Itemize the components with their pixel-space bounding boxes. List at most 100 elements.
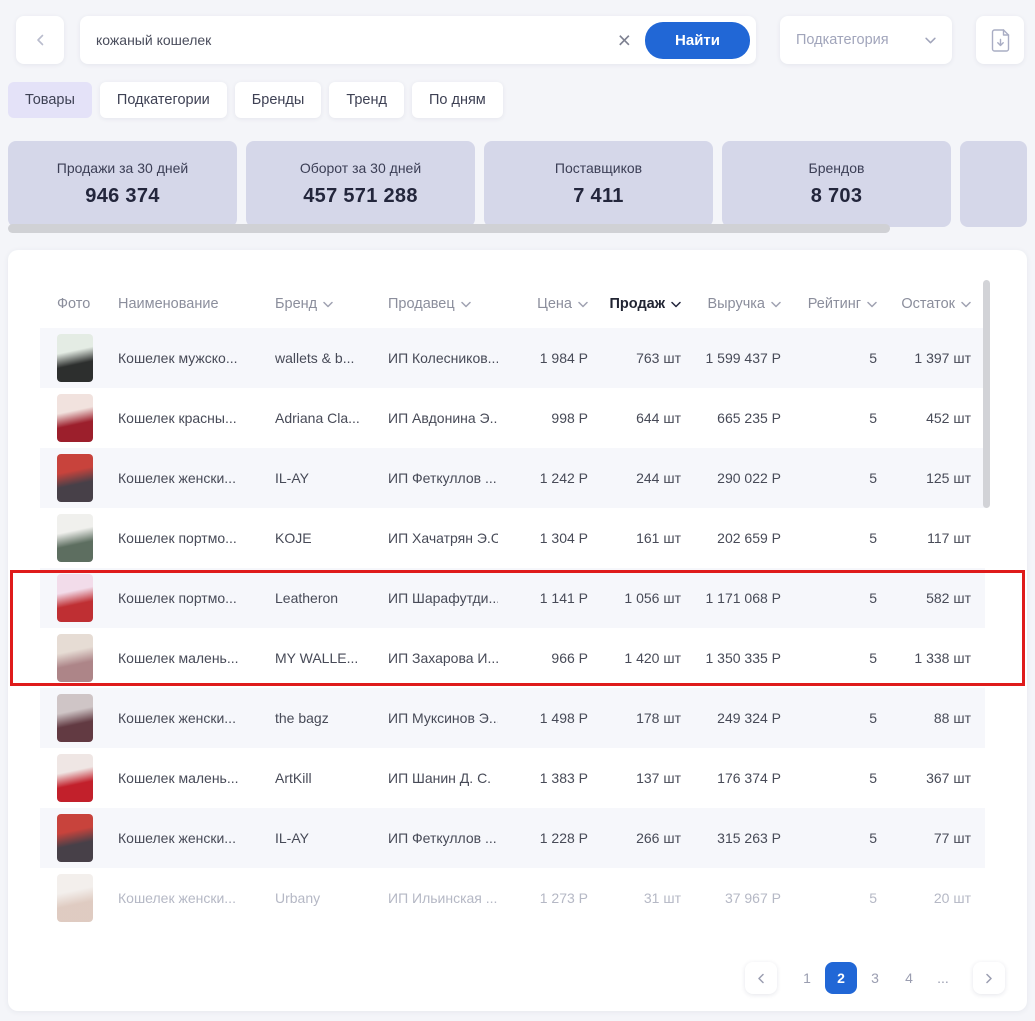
column-header: Фото	[57, 296, 118, 312]
table-body: Кошелек мужско... wallets & b... ИП Коле…	[8, 328, 1027, 928]
column-header[interactable]: Продавец	[388, 296, 498, 312]
product-name[interactable]: Кошелек красны...	[118, 410, 275, 426]
product-name[interactable]: Кошелек портмо...	[118, 590, 275, 606]
product-photo-cell[interactable]	[57, 874, 118, 922]
product-revenue: 665 235 Р	[681, 410, 781, 426]
product-name[interactable]: Кошелек женски...	[118, 470, 275, 486]
table-row[interactable]: Кошелек женски... the bagz ИП Муксинов Э…	[40, 688, 985, 748]
product-revenue: 315 263 Р	[681, 830, 781, 846]
product-name[interactable]: Кошелек женски...	[118, 710, 275, 726]
product-name[interactable]: Кошелек портмо...	[118, 530, 275, 546]
product-seller: ИП Феткуллов ...	[388, 470, 498, 486]
pagination-page-4[interactable]: 4	[893, 962, 925, 994]
tab-0[interactable]: Товары	[8, 82, 92, 118]
column-header[interactable]: Выручка	[681, 296, 781, 312]
product-name[interactable]: Кошелек малень...	[118, 650, 275, 666]
horizontal-scrollbar[interactable]	[8, 224, 890, 233]
chevron-icon	[771, 301, 781, 308]
product-sales: 137 шт	[588, 770, 681, 786]
chevron-icon	[758, 973, 765, 983]
pagination-page-2[interactable]: 2	[825, 962, 857, 994]
column-header[interactable]: Цена	[498, 296, 588, 312]
product-photo	[57, 454, 93, 502]
product-rating: 5	[781, 770, 877, 786]
table-row[interactable]: Кошелек портмо... Leatheron ИП Шарафутди…	[40, 568, 985, 628]
product-photo-cell[interactable]	[57, 814, 118, 862]
tab-1[interactable]: Подкатегории	[100, 82, 227, 118]
stats-row: Продажи за 30 дней 946 374 Оборот за 30 д…	[0, 141, 1035, 227]
pagination-page-1[interactable]: 1	[791, 962, 823, 994]
product-price: 1 228 Р	[498, 830, 588, 846]
product-photo-cell[interactable]	[57, 694, 118, 742]
product-name[interactable]: Кошелек женски...	[118, 830, 275, 846]
pagination: 1234...	[8, 962, 1017, 994]
column-header[interactable]: Рейтинг	[781, 296, 877, 312]
product-revenue: 202 659 Р	[681, 530, 781, 546]
chevron-icon	[986, 973, 993, 983]
product-name[interactable]: Кошелек женски...	[118, 890, 275, 906]
tabs: ТоварыПодкатегорииБрендыТрендПо дням	[0, 82, 1035, 118]
product-stock: 452 шт	[877, 410, 971, 426]
column-header[interactable]: Остаток	[877, 296, 971, 312]
back-button[interactable]	[16, 16, 64, 64]
column-header[interactable]: Продаж	[588, 296, 681, 312]
pagination-page-...[interactable]: ...	[927, 962, 959, 994]
table-row[interactable]: Кошелек малень... MY WALLE... ИП Захаров…	[40, 628, 985, 688]
product-photo-cell[interactable]	[57, 514, 118, 562]
pagination-next-button[interactable]	[973, 962, 1005, 994]
product-photo	[57, 814, 93, 862]
product-rating: 5	[781, 530, 877, 546]
product-photo	[57, 334, 93, 382]
product-sales: 266 шт	[588, 830, 681, 846]
vertical-scrollbar[interactable]	[983, 280, 990, 508]
chevron-icon	[323, 301, 333, 308]
export-button[interactable]	[976, 16, 1024, 64]
product-photo-cell[interactable]	[57, 334, 118, 382]
product-rating: 5	[781, 410, 877, 426]
column-header[interactable]: Бренд	[275, 296, 388, 312]
product-name[interactable]: Кошелек малень...	[118, 770, 275, 786]
find-button[interactable]: Найти	[645, 22, 750, 59]
product-photo-cell[interactable]	[57, 454, 118, 502]
search-box: × Найти	[80, 16, 756, 64]
product-name[interactable]: Кошелек мужско...	[118, 350, 275, 366]
product-sales: 1 420 шт	[588, 650, 681, 666]
product-photo-cell[interactable]	[57, 394, 118, 442]
pagination-page-3[interactable]: 3	[859, 962, 891, 994]
product-photo-cell[interactable]	[57, 574, 118, 622]
table-row[interactable]: Кошелек портмо... KOJE ИП Хачатрян Э.С. …	[40, 508, 985, 568]
stat-label: Оборот за 30 дней	[300, 160, 421, 176]
product-sales: 178 шт	[588, 710, 681, 726]
pagination-prev-button[interactable]	[745, 962, 777, 994]
table-row[interactable]: Кошелек мужско... wallets & b... ИП Коле…	[40, 328, 985, 388]
product-sales: 763 шт	[588, 350, 681, 366]
tab-3[interactable]: Тренд	[329, 82, 404, 118]
table-row[interactable]: Кошелек красны... Adriana Cla... ИП Авдо…	[40, 388, 985, 448]
column-header-label: Продаж	[610, 296, 666, 312]
product-photo-cell[interactable]	[57, 634, 118, 682]
product-revenue: 1 599 437 Р	[681, 350, 781, 366]
product-price: 1 984 Р	[498, 350, 588, 366]
products-table-card: ФотоНаименованиеБрендПродавец Цена Продаж В…	[8, 250, 1027, 1011]
subcategory-dropdown[interactable]: Подкатегория	[780, 16, 952, 64]
product-photo-cell[interactable]	[57, 754, 118, 802]
column-header-label: Рейтинг	[808, 296, 861, 312]
tab-4[interactable]: По дням	[412, 82, 503, 118]
tab-2[interactable]: Бренды	[235, 82, 322, 118]
table-row[interactable]: Кошелек женски... Urbany ИП Ильинская ..…	[40, 868, 985, 928]
product-sales: 1 056 шт	[588, 590, 681, 606]
product-brand: Adriana Cla...	[275, 410, 388, 426]
column-header: Наименование	[118, 296, 275, 312]
product-photo	[57, 634, 93, 682]
clear-search-icon[interactable]: ×	[612, 29, 645, 52]
product-sales: 644 шт	[588, 410, 681, 426]
table-row[interactable]: Кошелек женски... IL-AY ИП Феткуллов ...…	[40, 808, 985, 868]
table-row[interactable]: Кошелек малень... ArtKill ИП Шанин Д. С.…	[40, 748, 985, 808]
column-header-label: Выручка	[707, 296, 765, 312]
table-row[interactable]: Кошелек женски... IL-AY ИП Феткуллов ...…	[40, 448, 985, 508]
stat-card: Продажи за 30 дней 946 374	[8, 141, 237, 227]
column-header-label: Продавец	[388, 296, 455, 312]
product-photo	[57, 574, 93, 622]
product-seller: ИП Шарафутди...	[388, 590, 498, 606]
search-input[interactable]	[96, 32, 612, 48]
